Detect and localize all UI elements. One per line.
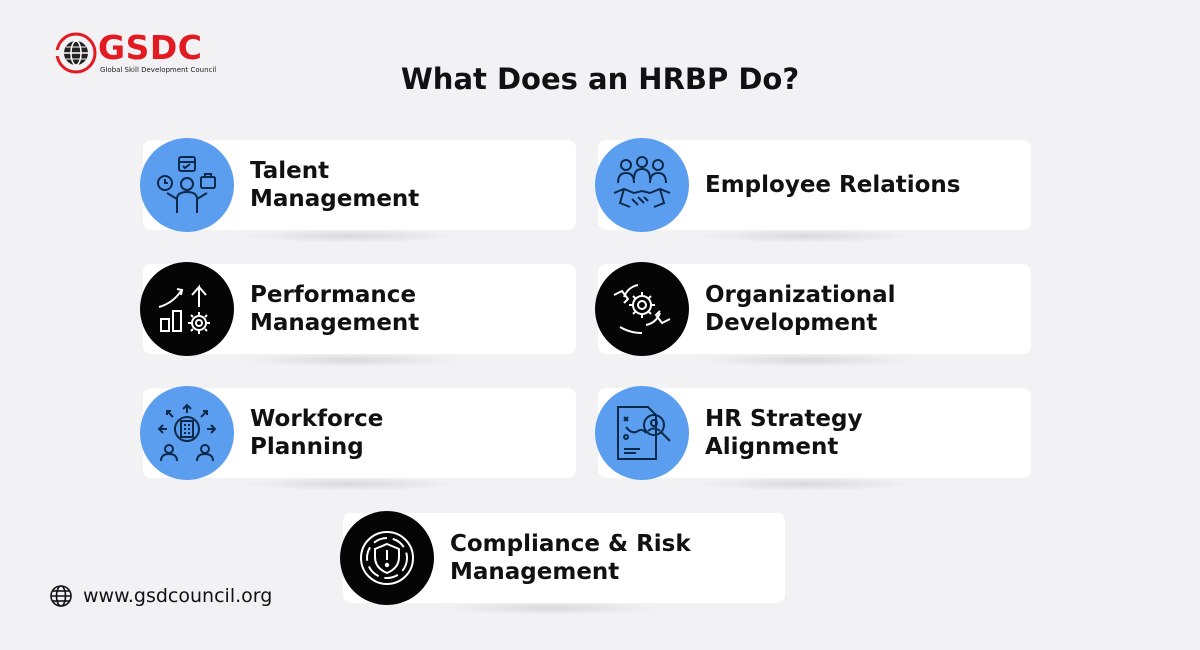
strategy-document-search-icon <box>617 406 671 460</box>
card-label: Compliance & Risk Management <box>450 531 691 585</box>
gear-hands-icon <box>613 284 671 334</box>
card-label: HR Strategy Alignment <box>705 406 863 460</box>
card-compliance-risk-management: Compliance & Risk Management <box>340 511 785 605</box>
card-label: Talent Management <box>250 158 420 212</box>
card-icon-circle <box>595 262 689 356</box>
card-performance-management: Performance Management <box>140 262 576 356</box>
card-shadow <box>240 477 460 491</box>
card-icon-circle <box>595 386 689 480</box>
card-hr-strategy-alignment: HR Strategy Alignment <box>595 386 1031 480</box>
card-label: Employee Relations <box>705 172 961 198</box>
card-shadow <box>695 353 915 367</box>
globe-icon <box>50 585 72 607</box>
card-shadow <box>695 229 915 243</box>
card-employee-relations: Employee Relations <box>595 138 1031 232</box>
card-icon-circle <box>140 386 234 480</box>
card-shadow <box>240 353 460 367</box>
card-shadow <box>695 477 915 491</box>
card-icon-circle <box>340 511 434 605</box>
shield-alert-icon <box>360 531 414 585</box>
card-shadow <box>440 601 660 615</box>
footer: www.gsdcouncil.org <box>49 584 272 608</box>
card-icon-circle <box>140 138 234 232</box>
website-link[interactable]: www.gsdcouncil.org <box>83 585 272 607</box>
performance-chart-gear-icon <box>158 284 210 334</box>
page-title: What Does an HRBP Do? <box>400 62 800 96</box>
card-shadow <box>240 229 460 243</box>
talent-management-icon <box>157 156 216 213</box>
card-icon-circle <box>595 138 689 232</box>
card-icon-circle <box>140 262 234 356</box>
card-talent-management: Talent Management <box>140 138 576 232</box>
card-organizational-development: Organizational Development <box>595 262 1031 356</box>
card-label: Organizational Development <box>705 282 896 336</box>
card-workforce-planning: Workforce Planning <box>140 386 576 480</box>
card-label: Workforce Planning <box>250 406 384 460</box>
handshake-icon <box>613 156 671 208</box>
card-label: Performance Management <box>250 282 420 336</box>
workforce-building-people-icon <box>157 403 217 462</box>
